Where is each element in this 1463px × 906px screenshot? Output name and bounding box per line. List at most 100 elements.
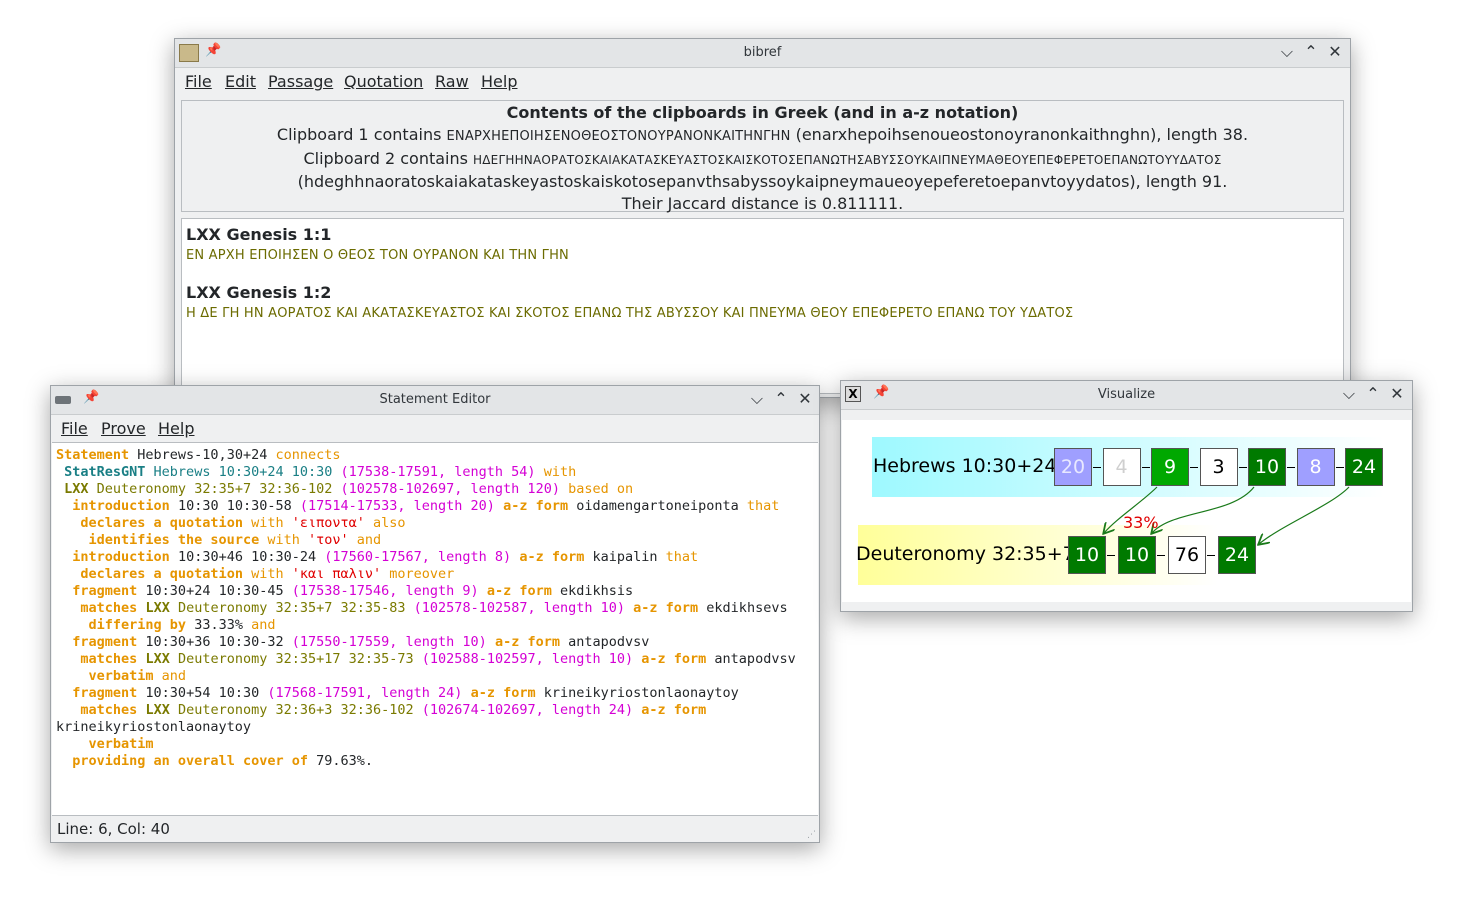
bottom-segment-box: 10	[1068, 536, 1106, 574]
statement-editor-window: 📌 Statement Editor ⌵ ⌃ ✕ File Prove Help…	[50, 385, 820, 843]
editor-token: a-z form	[494, 634, 560, 650]
editor-token	[56, 736, 89, 752]
editor-token: 'και παλιν'	[291, 566, 382, 582]
top-segment-box: 10	[1248, 448, 1286, 486]
editor-token: LXX	[64, 481, 89, 497]
minimize-icon[interactable]: ⌵	[1339, 384, 1359, 404]
editor-token: kaipalin	[584, 549, 666, 565]
editor-token	[479, 583, 487, 599]
close-icon[interactable]: ✕	[1325, 42, 1345, 61]
editor-token: a-z form	[641, 702, 707, 718]
menu-passage[interactable]: Passage	[268, 72, 333, 91]
editor-token: krineikyriostonlaonaytoy	[535, 685, 739, 701]
visualize-window: X 📌 Visualize ⌵ ⌃ ✕ Hebrews 10:30+24 Deu…	[840, 380, 1413, 612]
editor-token: fragment	[72, 634, 138, 650]
editor-token	[56, 685, 72, 701]
clipboard-2-greek: ΗΔΕΓΗΗΝΑΟΡΑΤΟΣΚΑΙΑΚΑΤΑΣΚΕΥΑΣΤΟΣΚΑΙΣΚΟΤΟΣ…	[473, 153, 1222, 167]
editor-line: matches LXX Deuteronomy 32:35+7 32:35-83…	[56, 600, 814, 617]
editor-token: fragment	[72, 685, 138, 701]
editor-token: a-z form	[486, 583, 552, 599]
menu-prove[interactable]: Prove	[101, 419, 146, 438]
editor-token: that	[665, 549, 699, 565]
editor-titlebar[interactable]: 📌 Statement Editor ⌵ ⌃ ✕	[51, 386, 819, 415]
minimize-icon[interactable]: ⌵	[747, 389, 767, 409]
editor-token: matches	[80, 702, 138, 718]
top-segment-box: 3	[1199, 448, 1238, 486]
jaccard-distance: Their Jaccard distance is 0.811111.	[621, 194, 904, 213]
editor-token	[56, 651, 80, 667]
maximize-icon[interactable]: ⌃	[1301, 42, 1321, 61]
menu-quotation[interactable]: Quotation	[344, 72, 423, 91]
editor-token: declares a quotation	[80, 566, 243, 582]
editor-token	[625, 600, 633, 616]
bottom-sequence-label: Deuteronomy 32:35+7	[856, 543, 1075, 565]
passages-view[interactable]: LXX Genesis 1:1 ΕΝ ΑΡΧΗ ΕΠΟΙΗΣΕΝ Ο ΘΕΟΣ …	[181, 218, 1344, 394]
top-segment-connector	[1190, 467, 1198, 468]
editor-line: matches LXX Deuteronomy 32:36+3 32:36-10…	[56, 702, 814, 719]
window-title: bibref	[743, 45, 782, 60]
menu-edit[interactable]: Edit	[225, 72, 256, 91]
editor-token: matches	[80, 600, 138, 616]
maximize-icon[interactable]: ⌃	[1363, 384, 1383, 403]
menu-file[interactable]: File	[61, 419, 88, 438]
statement-text-editor[interactable]: Statement Hebrews-10,30+24 connects Stat…	[52, 442, 818, 816]
editor-token: Deuteronomy 32:36+3 32:36-102	[169, 702, 422, 718]
editor-token: 'ειποντα'	[291, 515, 365, 531]
editor-token	[487, 634, 495, 650]
bibref-titlebar[interactable]: 📌 bibref ⌵ ⌃ ✕	[175, 39, 1350, 68]
editor-token: differing by	[88, 617, 187, 633]
top-segment-connector	[1141, 467, 1150, 468]
editor-token: moreover	[381, 566, 455, 582]
editor-token: (17568-17591, length 24)	[267, 685, 463, 701]
editor-line: introduction 10:30 10:30-58 (17514-17533…	[56, 498, 814, 515]
editor-token: introduction	[72, 498, 170, 514]
editor-token: providing an overall cover of	[72, 753, 308, 769]
editor-token: (17538-17546, length 9)	[291, 583, 479, 599]
editor-token: and	[251, 617, 276, 633]
close-icon[interactable]: ✕	[795, 389, 815, 408]
editor-token: that	[746, 498, 780, 514]
menu-help[interactable]: Help	[481, 72, 517, 91]
editor-token	[56, 464, 64, 480]
visualize-titlebar[interactable]: X 📌 Visualize ⌵ ⌃ ✕	[841, 381, 1412, 410]
editor-token: oidamengartoneiponta	[568, 498, 747, 514]
editor-token: Statement	[56, 447, 130, 463]
menu-file[interactable]: File	[185, 72, 212, 91]
editor-token: krineikyriostonlaonaytoy	[56, 719, 252, 735]
top-segment-connector	[1093, 467, 1101, 468]
top-segment-box: 8	[1296, 448, 1335, 486]
bottom-segment-connector	[1107, 555, 1115, 556]
editor-token: verbatim	[88, 668, 154, 684]
menu-raw[interactable]: Raw	[435, 72, 469, 91]
top-segment-connector	[1238, 467, 1247, 468]
editor-menubar: File Prove Help	[51, 415, 819, 441]
difference-percent-label: 33%	[1123, 513, 1159, 532]
editor-token	[56, 498, 72, 514]
editor-token: verbatim	[88, 736, 154, 752]
editor-token	[56, 515, 80, 531]
editor-token: a-z form	[503, 498, 569, 514]
clipboard-2-line: Clipboard 2 contains ΗΔΕΓΗΗΝΑΟΡΑΤΟΣΚΑΙΑΚ…	[303, 149, 1222, 168]
editor-line: declares a quotation with 'και παλιν' mo…	[56, 566, 814, 583]
minimize-icon[interactable]: ⌵	[1277, 42, 1297, 62]
editor-token: Deuteronomy 32:35+7 32:36-102	[88, 481, 341, 497]
visualization-canvas: Hebrews 10:30+24 Deuteronomy 32:35+7 33%…	[842, 420, 1411, 602]
editor-token: ekdikhsevs	[698, 600, 788, 616]
editor-token	[56, 634, 72, 650]
bottom-segment-box: 10	[1118, 536, 1156, 574]
editor-token: a-z form	[470, 685, 536, 701]
editor-token: and	[348, 532, 382, 548]
editor-token: connects	[275, 447, 341, 463]
maximize-icon[interactable]: ⌃	[771, 389, 791, 408]
editor-token	[56, 753, 72, 769]
editor-token: matches	[80, 651, 138, 667]
close-icon[interactable]: ✕	[1387, 384, 1407, 403]
menu-help[interactable]: Help	[158, 419, 194, 438]
resize-grip-icon[interactable]: ⋰	[807, 830, 817, 840]
editor-token: 10:30+36 10:30-32	[137, 634, 292, 650]
editor-token: 33.33%	[186, 617, 252, 633]
top-segment-connector	[1335, 467, 1344, 468]
editor-token: (17550-17559, length 10)	[291, 634, 487, 650]
clipboard-header: Contents of the clipboards in Greek (and…	[506, 103, 1019, 122]
editor-line: identifies the source with 'τον' and	[56, 532, 814, 549]
